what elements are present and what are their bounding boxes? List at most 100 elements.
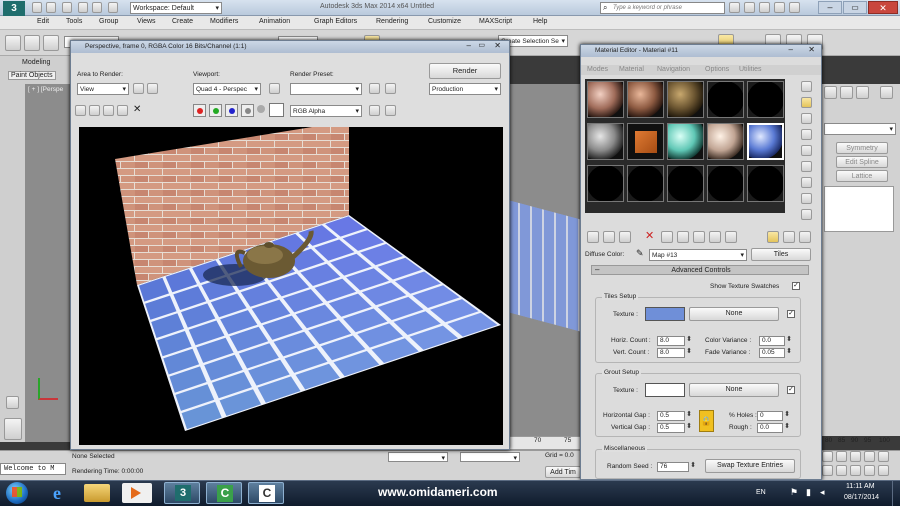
menu-graph-editors[interactable]: Graph Editors <box>314 18 357 25</box>
tray-volume-icon[interactable]: ◂ <box>820 487 825 498</box>
cmd-create-icon[interactable] <box>824 86 837 99</box>
coord-z-field[interactable] <box>460 452 520 462</box>
sample-slot-4[interactable] <box>707 81 744 118</box>
modifier-list-dropdown[interactable] <box>824 123 896 135</box>
ribbon-tab-modeling[interactable]: Modeling <box>22 59 50 66</box>
channel-display-dropdown[interactable]: RGB Alpha <box>290 105 362 117</box>
menu-create[interactable]: Create <box>172 18 193 25</box>
monochrome-toggle[interactable] <box>257 105 265 113</box>
clock-time[interactable]: 11:11 AM <box>846 483 875 490</box>
communication-icon[interactable] <box>759 2 770 13</box>
sample-slot-7[interactable] <box>627 123 664 160</box>
cmd-utilities-icon[interactable] <box>880 86 893 99</box>
sample-slot-6[interactable] <box>587 123 624 160</box>
redo-icon[interactable] <box>92 2 102 13</box>
anim-control-icon-3[interactable] <box>850 451 861 462</box>
favorites-star-icon[interactable] <box>774 2 785 13</box>
me-menu-utilities[interactable]: Utilities <box>739 66 762 73</box>
sample-type-icon[interactable] <box>801 81 812 92</box>
horizontal-gap-spinner[interactable]: 0.5 <box>657 411 692 421</box>
advanced-controls-rollout[interactable]: – Advanced Controls <box>591 265 809 275</box>
viewport-label[interactable]: [ + ] [Perspe <box>28 86 63 93</box>
taskbar-explorer-icon[interactable] <box>84 484 110 502</box>
me-close-icon[interactable]: ✕ <box>808 45 815 54</box>
workspace-dropdown[interactable]: Workspace: Default <box>130 2 222 14</box>
sample-slot-3[interactable] <box>667 81 704 118</box>
tray-flag-icon[interactable]: ⚑ <box>790 487 798 498</box>
viewport-nav-icon-4[interactable] <box>864 465 875 476</box>
go-forward-sibling-icon[interactable] <box>783 231 795 243</box>
save-image-icon[interactable] <box>75 105 86 116</box>
viewport-nav-icon-2[interactable] <box>836 465 847 476</box>
tiles-texture-map-button[interactable]: None <box>689 307 779 321</box>
left-strip-icon-2[interactable] <box>4 418 22 440</box>
coord-x-field[interactable] <box>388 452 448 462</box>
lock-viewport-icon[interactable] <box>269 83 280 94</box>
taskbar-camtasia-icon[interactable]: C <box>206 482 242 504</box>
map-type-button[interactable]: Tiles <box>751 248 811 261</box>
show-texture-swatches-checkbox[interactable]: ✓ <box>792 282 800 290</box>
cmd-hierarchy-icon[interactable] <box>856 86 869 99</box>
pick-material-icon[interactable] <box>799 231 811 243</box>
material-editor-titlebar[interactable]: Material Editor - Material #11 – ✕ <box>581 45 821 57</box>
ribbon-paint-objects[interactable]: Paint Objects <box>8 71 56 80</box>
holes-spinner[interactable]: 0 <box>757 411 790 421</box>
new-file-icon[interactable] <box>32 2 42 13</box>
close-button[interactable]: ✕ <box>868 1 898 14</box>
backlight-icon[interactable] <box>801 97 812 108</box>
cmd-modify-icon[interactable] <box>840 86 853 99</box>
show-end-result-icon[interactable] <box>725 231 737 243</box>
anim-control-icon-1[interactable] <box>822 451 833 462</box>
sample-slot-14[interactable] <box>707 165 744 202</box>
reset-map-icon[interactable]: ✕ <box>645 229 654 242</box>
bind-space-warp-icon[interactable] <box>43 35 59 51</box>
put-to-library-icon[interactable] <box>677 231 689 243</box>
undo-icon[interactable] <box>78 2 88 13</box>
menu-tools[interactable]: Tools <box>66 18 82 25</box>
maxscript-listener[interactable]: Welcome to M <box>0 463 66 475</box>
tiles-texture-map-checkbox[interactable]: ✓ <box>787 310 795 318</box>
modifier-edit-spline-button[interactable]: Edit Spline <box>836 156 888 168</box>
me-min-icon[interactable]: – <box>789 45 793 54</box>
grout-texture-map-checkbox[interactable]: ✓ <box>787 386 795 394</box>
save-file-icon[interactable] <box>62 2 72 13</box>
taskbar-3dsmax-icon[interactable]: 3 <box>164 482 200 504</box>
search-input[interactable]: Type a keyword or phrase ⌕ <box>600 2 725 14</box>
render-frame-min-icon[interactable]: – <box>467 41 471 50</box>
edit-region-icon[interactable] <box>133 83 144 94</box>
me-menu-navigation[interactable]: Navigation <box>657 66 690 73</box>
tray-network-icon[interactable]: ▮ <box>806 487 811 498</box>
alpha-channel-toggle[interactable] <box>241 104 254 117</box>
select-by-material-icon[interactable] <box>801 193 812 204</box>
material-id-icon[interactable] <box>693 231 705 243</box>
random-seed-spinner[interactable]: 76 <box>657 462 696 472</box>
gap-lock-icon[interactable]: 🔒 <box>699 410 714 432</box>
horiz-count-spinner[interactable]: 8.0 <box>657 336 692 346</box>
viewport-nav-icon-5[interactable] <box>878 465 889 476</box>
viewport-nav-icon-3[interactable] <box>850 465 861 476</box>
clone-frame-icon[interactable] <box>103 105 114 116</box>
help-icon[interactable] <box>789 2 800 13</box>
me-menu-modes[interactable]: Modes <box>587 66 608 73</box>
minimize-button[interactable]: – <box>818 1 842 14</box>
tiles-texture-swatch[interactable] <box>645 307 685 321</box>
print-image-icon[interactable] <box>117 105 128 116</box>
anim-control-icon-5[interactable] <box>878 451 889 462</box>
menu-edit[interactable]: Edit <box>37 18 49 25</box>
sample-slot-15[interactable] <box>747 165 784 202</box>
color-variance-spinner[interactable]: 0.0 <box>759 336 792 346</box>
menu-maxscript[interactable]: MAXScript <box>479 18 512 25</box>
anim-control-icon-4[interactable] <box>864 451 875 462</box>
put-to-scene-icon[interactable] <box>603 231 615 243</box>
subscription-icon[interactable] <box>744 2 755 13</box>
sample-slot-11[interactable] <box>587 165 624 202</box>
video-color-check-icon[interactable] <box>801 145 812 156</box>
sample-slot-13[interactable] <box>667 165 704 202</box>
render-button[interactable]: Render <box>429 63 501 79</box>
taskbar-media-player-icon[interactable] <box>122 483 152 503</box>
menu-group[interactable]: Group <box>99 18 118 25</box>
menu-rendering[interactable]: Rendering <box>376 18 408 25</box>
go-to-parent-icon[interactable] <box>767 231 779 243</box>
viewport-dropdown[interactable]: Quad 4 - Perspec <box>193 83 261 95</box>
grout-texture-map-button[interactable]: None <box>689 383 779 397</box>
